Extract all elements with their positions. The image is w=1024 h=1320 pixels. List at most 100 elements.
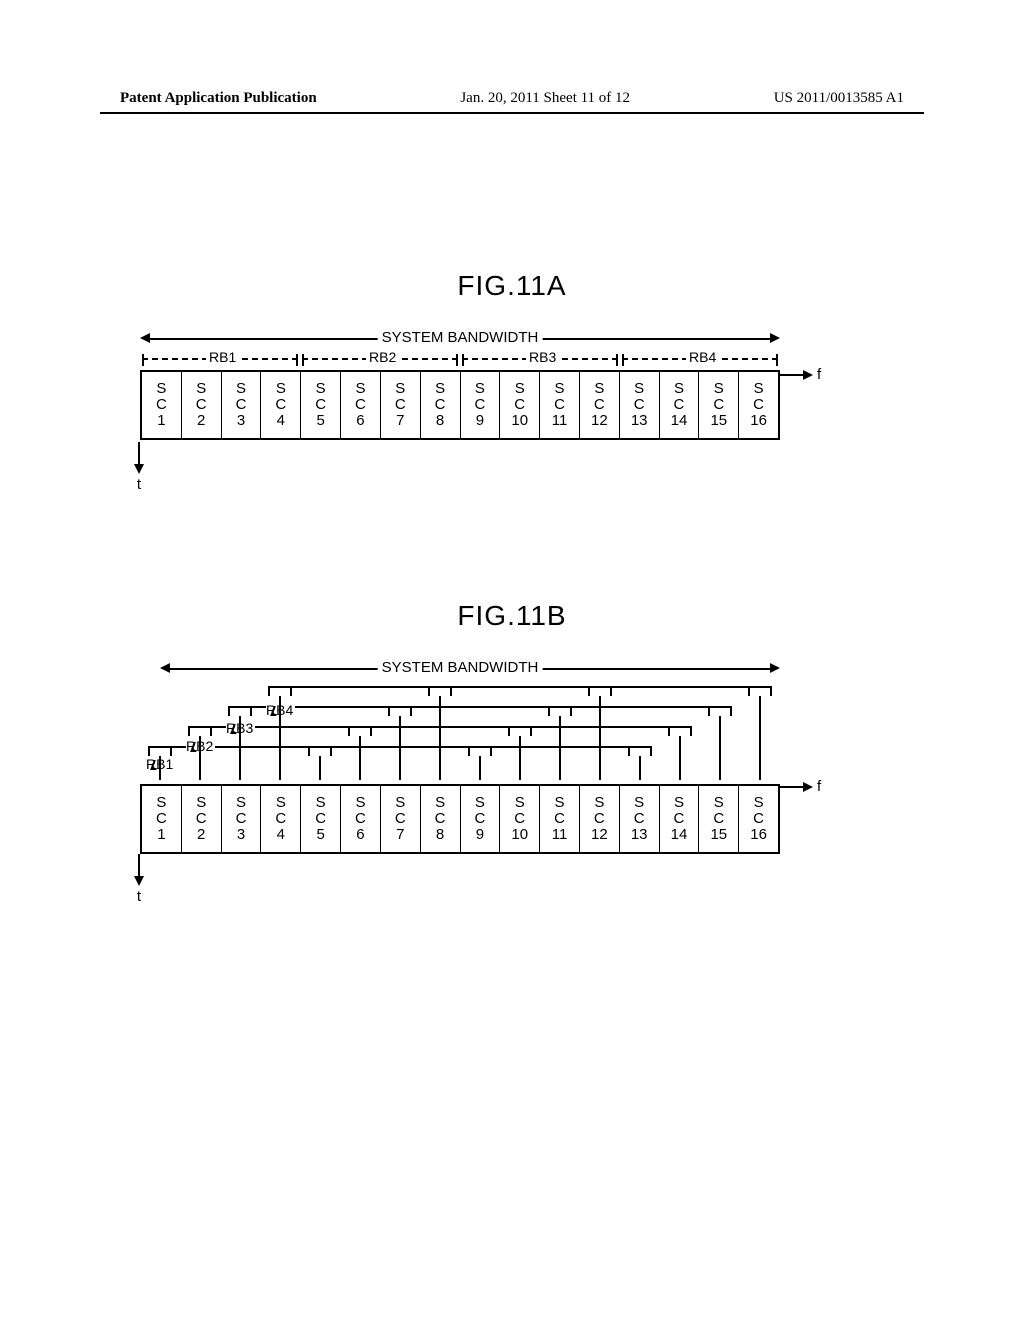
sc-num: 16 [750, 413, 767, 429]
rb-drop [719, 706, 721, 780]
header-mid: Jan. 20, 2011 Sheet 11 of 12 [460, 90, 630, 107]
sc-mid: C [674, 397, 685, 413]
sc-top: S [475, 381, 485, 397]
sc-mid: C [315, 811, 326, 827]
system-bandwidth-arrow-a: SYSTEM BANDWIDTH [140, 330, 780, 348]
sc-num: 15 [710, 827, 727, 843]
rb-label: RB1 [206, 349, 239, 365]
sc-num: 1 [157, 413, 165, 429]
subcarrier-cell: SC6 [341, 372, 381, 438]
sc-top: S [435, 381, 445, 397]
subcarrier-cell: SC7 [381, 372, 421, 438]
subcarrier-cell: SC4 [261, 372, 301, 438]
t-axis-label-b: t [137, 888, 141, 905]
sc-num: 10 [511, 827, 528, 843]
sc-top: S [555, 795, 565, 811]
sc-num: 1 [157, 827, 165, 843]
sc-num: 3 [237, 827, 245, 843]
header-rule [100, 112, 924, 114]
f-axis-b: f [780, 778, 821, 795]
sc-mid: C [753, 811, 764, 827]
sc-top: S [515, 795, 525, 811]
sc-mid: C [753, 397, 764, 413]
subcarrier-cell: SC15 [699, 372, 739, 438]
sc-num: 8 [436, 413, 444, 429]
subcarrier-cell: SC11 [540, 786, 580, 852]
t-axis-b: t [134, 854, 144, 905]
system-bandwidth-label-b: SYSTEM BANDWIDTH [378, 659, 543, 676]
sc-top: S [156, 795, 166, 811]
subcarrier-cell: SC10 [500, 372, 540, 438]
sc-num: 12 [591, 827, 608, 843]
sc-mid: C [275, 811, 286, 827]
sc-top: S [475, 795, 485, 811]
sc-num: 9 [476, 827, 484, 843]
sc-mid: C [196, 811, 207, 827]
f-axis-label-b: f [817, 778, 821, 795]
subcarrier-cell: SC11 [540, 372, 580, 438]
subcarrier-cell: SC5 [301, 372, 341, 438]
sc-mid: C [156, 397, 167, 413]
rb-drop [399, 706, 401, 780]
rb-connector [280, 686, 760, 688]
rb-member-cap [668, 726, 692, 736]
subcarrier-cell: SC3 [222, 786, 262, 852]
subcarrier-cell: SC1 [142, 372, 182, 438]
rb-drop [759, 686, 761, 780]
sc-num: 3 [237, 413, 245, 429]
sc-mid: C [355, 811, 366, 827]
sc-top: S [754, 795, 764, 811]
sc-top: S [594, 795, 604, 811]
sc-mid: C [275, 397, 286, 413]
sc-top: S [435, 795, 445, 811]
sc-top: S [156, 381, 166, 397]
sc-mid: C [315, 397, 326, 413]
rb-member-cap [548, 706, 572, 716]
sc-mid: C [594, 811, 605, 827]
rb-drop [559, 706, 561, 780]
system-bandwidth-arrow-b: SYSTEM BANDWIDTH [140, 660, 780, 678]
f-axis-label-a: f [817, 366, 821, 383]
subcarrier-cell: SC9 [461, 372, 501, 438]
sc-top: S [714, 795, 724, 811]
subcarrier-cell: SC2 [182, 786, 222, 852]
sc-num: 5 [316, 413, 324, 429]
f-axis-a: f [780, 366, 821, 383]
sc-top: S [316, 381, 326, 397]
sc-num: 16 [750, 827, 767, 843]
sc-mid: C [713, 811, 724, 827]
rb-distributed-stack: RB1RB2RB3RB4 [140, 680, 780, 780]
sc-num: 15 [710, 413, 727, 429]
subcarrier-cell: SC7 [381, 786, 421, 852]
subcarrier-cell: SC14 [660, 372, 700, 438]
rb-member-cap [468, 746, 492, 756]
sc-mid: C [236, 811, 247, 827]
sc-num: 11 [552, 413, 568, 429]
sc-top: S [316, 795, 326, 811]
sc-top: S [236, 381, 246, 397]
subcarrier-cell: SC13 [620, 372, 660, 438]
sc-top: S [355, 795, 365, 811]
subcarrier-cell: SC8 [421, 372, 461, 438]
rb-label: RB3 [526, 349, 559, 365]
sc-mid: C [474, 811, 485, 827]
subcarrier-cell: SC10 [500, 786, 540, 852]
sc-mid: C [395, 811, 406, 827]
sc-mid: C [435, 397, 446, 413]
sc-num: 12 [591, 413, 608, 429]
sc-mid: C [713, 397, 724, 413]
figure-a-title: FIG.11A [0, 270, 1024, 302]
sc-mid: C [674, 811, 685, 827]
sc-mid: C [594, 397, 605, 413]
subcarrier-cell: SC4 [261, 786, 301, 852]
sc-mid: C [156, 811, 167, 827]
subcarrier-cell: SC8 [421, 786, 461, 852]
figure-b: SYSTEM BANDWIDTH RB1RB2RB3RB4 SC1SC2SC3S… [140, 660, 860, 854]
sc-top: S [276, 381, 286, 397]
subcarrier-cell: SC16 [739, 786, 778, 852]
rb-connector [240, 706, 720, 708]
sc-num: 7 [396, 413, 404, 429]
sc-num: 14 [671, 413, 688, 429]
sc-top: S [355, 381, 365, 397]
sc-top: S [196, 795, 206, 811]
